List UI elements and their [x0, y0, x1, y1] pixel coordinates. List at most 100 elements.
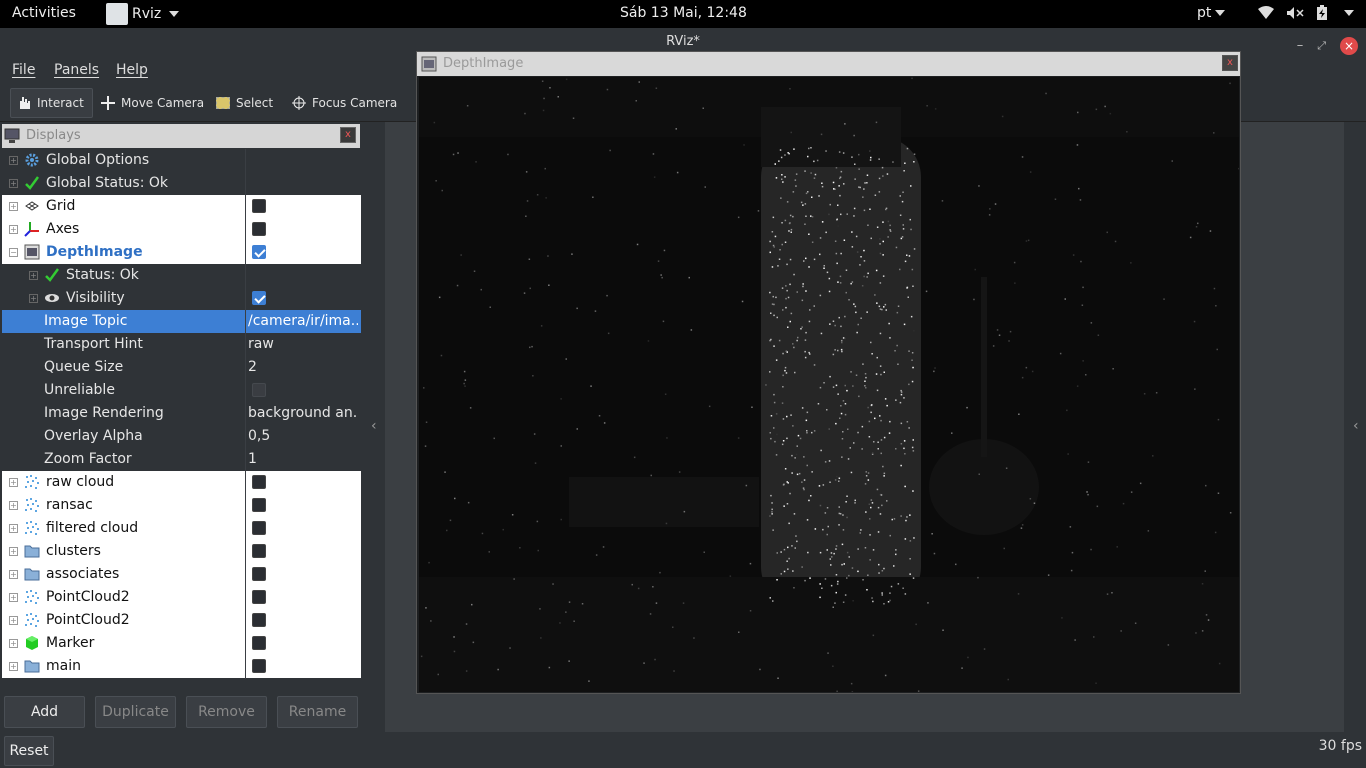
expand-toggle-icon[interactable]: + [29, 271, 38, 280]
enabled-checkbox[interactable] [252, 222, 266, 236]
rename-button[interactable]: Rename [277, 696, 358, 728]
interact-tool[interactable]: Interact [10, 88, 93, 118]
enabled-checkbox[interactable] [252, 567, 266, 581]
display-row[interactable]: + filtered cloud [2, 517, 361, 540]
property-row[interactable]: Zoom Factor 1 [2, 448, 361, 471]
left-dock-handle[interactable]: ‹ [363, 122, 385, 732]
property-row[interactable]: Unreliable [2, 379, 361, 402]
enabled-checkbox[interactable] [252, 245, 266, 259]
system-menu[interactable] [1258, 5, 1354, 21]
expand-toggle-icon[interactable]: + [9, 156, 18, 165]
depth-image-view[interactable] [419, 77, 1239, 692]
expand-toggle-icon[interactable]: + [9, 501, 18, 510]
rviz-app-icon [106, 3, 128, 25]
display-row[interactable]: + main [2, 655, 361, 678]
close-window-button[interactable]: × [1340, 37, 1358, 55]
property-row[interactable]: Image Topic/camera/ir/ima... [2, 310, 361, 333]
display-row[interactable]: + clusters [2, 540, 361, 563]
displays-buttons: Add Duplicate Remove Rename [0, 696, 363, 730]
expand-toggle-icon[interactable]: + [9, 478, 18, 487]
enabled-checkbox[interactable] [252, 383, 266, 397]
remove-button[interactable]: Remove [186, 696, 267, 728]
display-row[interactable]: − DepthImage [2, 241, 361, 264]
enabled-checkbox[interactable] [252, 659, 266, 673]
expand-toggle-icon[interactable]: + [9, 593, 18, 602]
focus-camera-tool[interactable]: Focus Camera [286, 88, 403, 118]
displays-panel: Displays x + Global Options + Global Status… [0, 122, 363, 732]
activities-button[interactable]: Activities [12, 5, 76, 21]
expand-toggle-icon[interactable]: − [9, 248, 18, 257]
expand-toggle-icon[interactable]: + [9, 524, 18, 533]
row-value[interactable]: 1 [248, 451, 358, 467]
property-row[interactable]: Queue Size 2 [2, 356, 361, 379]
displays-header: Displays x [2, 124, 360, 148]
row-value[interactable]: 0,5 [248, 428, 358, 444]
displays-title: Displays [26, 128, 81, 143]
row-value[interactable]: /camera/ir/ima... [248, 313, 358, 329]
row-value[interactable]: raw [248, 336, 358, 352]
enabled-checkbox[interactable] [252, 544, 266, 558]
reset-button[interactable]: Reset [4, 736, 54, 766]
display-row[interactable]: + raw cloud [2, 471, 361, 494]
gnome-topbar: Activities Rviz Sáb 13 Mai, 12:48 pt [0, 0, 1366, 28]
enabled-checkbox[interactable] [252, 590, 266, 604]
row-value[interactable]: background an... [248, 405, 358, 421]
close-panel-button[interactable]: x [340, 127, 356, 143]
expand-toggle-icon[interactable]: + [9, 662, 18, 671]
close-panel-button[interactable]: x [1222, 55, 1238, 71]
display-row[interactable]: + Global Options [2, 149, 361, 172]
grid-icon [24, 198, 40, 214]
row-label: Status: Ok [66, 267, 139, 283]
display-row[interactable]: + Global Status: Ok [2, 172, 361, 195]
row-label: main [46, 658, 81, 674]
display-row[interactable]: + PointCloud2 [2, 586, 361, 609]
clock[interactable]: Sáb 13 Mai, 12:48 [620, 5, 747, 21]
expand-toggle-icon[interactable]: + [9, 225, 18, 234]
display-row[interactable]: + ransac [2, 494, 361, 517]
enabled-checkbox[interactable] [252, 291, 266, 305]
select-tool[interactable]: Select [210, 88, 279, 118]
right-dock-handle[interactable]: ‹ [1344, 122, 1366, 732]
expand-toggle-icon[interactable]: + [9, 202, 18, 211]
menu-help[interactable]: Help [116, 62, 148, 78]
row-label: Zoom Factor [44, 451, 132, 467]
menu-panels[interactable]: Panels [54, 62, 99, 78]
add-button[interactable]: Add [4, 696, 85, 728]
enabled-checkbox[interactable] [252, 636, 266, 650]
expand-toggle-icon[interactable]: + [29, 294, 38, 303]
app-menu-label: Rviz [132, 6, 162, 22]
row-label: Global Options [46, 152, 150, 168]
depth-image-title: DepthImage [443, 56, 524, 71]
move-camera-tool[interactable]: Move Camera [95, 88, 210, 118]
row-label: Marker [46, 635, 95, 651]
app-menu[interactable]: Rviz [98, 0, 187, 28]
display-row[interactable]: + Marker [2, 632, 361, 655]
duplicate-button[interactable]: Duplicate [95, 696, 176, 728]
enabled-checkbox[interactable] [252, 199, 266, 213]
expand-toggle-icon[interactable]: + [9, 547, 18, 556]
depth-image-titlebar[interactable]: DepthImage x [417, 52, 1240, 76]
expand-toggle-icon[interactable]: + [9, 639, 18, 648]
menu-file[interactable]: File [12, 62, 35, 78]
enabled-checkbox[interactable] [252, 475, 266, 489]
language-indicator[interactable]: pt [1197, 5, 1226, 21]
display-row[interactable]: + associates [2, 563, 361, 586]
expand-toggle-icon[interactable]: + [9, 616, 18, 625]
display-row[interactable]: + Grid [2, 195, 361, 218]
display-row[interactable]: + Axes [2, 218, 361, 241]
enabled-checkbox[interactable] [252, 613, 266, 627]
row-label: Unreliable [44, 382, 115, 398]
display-row[interactable]: + PointCloud2 [2, 609, 361, 632]
move-camera-label: Move Camera [121, 96, 205, 110]
enabled-checkbox[interactable] [252, 498, 266, 512]
depth-image-panel: DepthImage x [416, 51, 1241, 694]
enabled-checkbox[interactable] [252, 521, 266, 535]
expand-toggle-icon[interactable]: + [9, 179, 18, 188]
display-row[interactable]: + Status: Ok [2, 264, 361, 287]
property-row[interactable]: Image Rendering background an... [2, 402, 361, 425]
row-value[interactable]: 2 [248, 359, 358, 375]
display-row[interactable]: + Visibility [2, 287, 361, 310]
property-row[interactable]: Transport Hint raw [2, 333, 361, 356]
property-row[interactable]: Overlay Alpha 0,5 [2, 425, 361, 448]
expand-toggle-icon[interactable]: + [9, 570, 18, 579]
